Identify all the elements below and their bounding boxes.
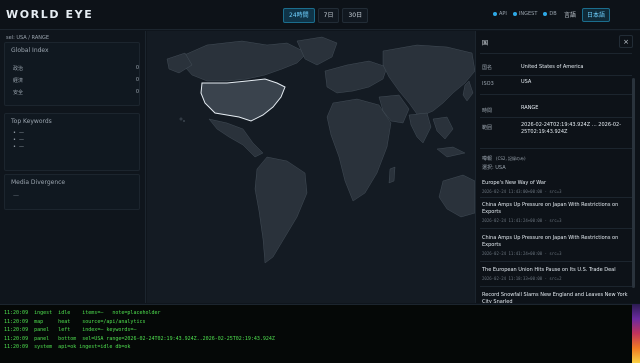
news-note: (CS2, 記録のみ) (496, 156, 526, 161)
country-detail-panel: 国 × 国名 United States of America ISO3 USA… (475, 31, 640, 303)
map-region-japan (462, 80, 474, 102)
map-region-australia (438, 174, 475, 218)
log-line: 11:20:09 ingest idle items=— note=placeh… (4, 310, 161, 316)
status-dot-icon (493, 12, 497, 16)
global-index-title: Global Index (11, 47, 49, 54)
news-selection: 選択: USA (482, 165, 506, 171)
event-log: 11:20:09 ingest idle items=— note=placeh… (0, 304, 632, 363)
status-indicators: API INGEST DB (493, 11, 557, 17)
app-title: WORLD EYE (6, 8, 94, 21)
top-bar: WORLD EYE 24時間 7日 30日 API INGEST DB 言語 日… (0, 0, 640, 30)
field-value-country-name: United States of America (521, 64, 584, 70)
news-item[interactable]: Record Snowfall Slams New England and Le… (482, 292, 630, 303)
global-index-card: Global Index 政治 0 経済 0 安全 0 (4, 42, 140, 106)
top-keywords-title: Top Keywords (11, 118, 52, 125)
news-item[interactable]: The European Union Hits Pause on Its U.S… (482, 267, 630, 281)
log-line: 11:20:09 panel left index=— keywords=— (4, 327, 137, 333)
divider (480, 197, 632, 198)
map-region-greenland (296, 36, 338, 66)
field-value-iso3: USA (521, 79, 532, 85)
tab-7d[interactable]: 7日 (317, 8, 340, 23)
tab-24h[interactable]: 24時間 (283, 8, 315, 23)
keyword-item: — (13, 137, 24, 143)
log-line: 11:20:09 map heat source=/api/analytics (4, 318, 146, 325)
lang-label: 言語 (564, 12, 577, 19)
divider (480, 228, 632, 229)
media-divergence-title: Media Divergence (11, 179, 66, 186)
top-keywords-card: Top Keywords — — — (4, 113, 140, 171)
news-heading: 噂報 (CS2, 記録のみ) (482, 156, 526, 162)
field-value-time: RANGE (521, 105, 539, 111)
media-divergence-value: — (13, 192, 19, 199)
news-meta: 2026-02-24 11:18:33+00:00 · src=2 (482, 276, 562, 281)
divider (480, 117, 632, 118)
map-region-mexico (208, 118, 264, 158)
news-title[interactable]: China Amps Up Pressure on Japan With Res… (482, 202, 630, 216)
keyword-item: — (13, 130, 24, 136)
news-meta: 2026-02-24 11:41:24+00:00 · src=3 (482, 218, 562, 223)
news-title[interactable]: Europe's New Way of War (482, 180, 630, 187)
news-title[interactable]: The European Union Hits Pause on Its U.S… (482, 267, 630, 274)
news-item[interactable]: China Amps Up Pressure on Japan With Res… (482, 235, 630, 256)
status-ingest: INGEST (512, 11, 537, 17)
news-meta: 2026-02-24 11:43:00+00:00 · src=3 (482, 189, 562, 194)
breadcrumb: sel: USA / RANGE (6, 35, 50, 41)
map-region-europe (324, 60, 388, 94)
world-map[interactable] (147, 31, 475, 303)
status-api: API (493, 11, 507, 17)
heat-legend-bar (632, 304, 640, 363)
range-tabs: 24時間 7日 30日 (283, 8, 369, 23)
log-line: 11:20:09 system api=ok ingest=idle db=ok (4, 344, 131, 350)
news-item[interactable]: China Amps Up Pressure on Japan With Res… (482, 202, 630, 223)
map-region-africa (326, 98, 392, 202)
map-region-madagascar (388, 166, 396, 184)
panel-scrollbar[interactable] (632, 78, 635, 288)
index-row-politics: 政治 0 (13, 65, 139, 72)
panel-title: 国 (482, 40, 489, 47)
divider (480, 94, 632, 95)
news-title[interactable]: Record Snowfall Slams New England and Le… (482, 292, 630, 303)
map-region-usa-selected (200, 78, 286, 122)
status-db: DB (543, 11, 557, 17)
map-region-southeast-asia (432, 116, 454, 140)
news-title[interactable]: China Amps Up Pressure on Japan With Res… (482, 235, 630, 249)
index-row-economy: 経済 0 (13, 77, 139, 84)
field-key-time: 時間 (482, 108, 493, 114)
close-icon[interactable]: × (619, 35, 633, 48)
news-item[interactable]: Europe's New Way of War 2026-02-24 11:43… (482, 180, 630, 194)
divider (480, 261, 632, 262)
divider (480, 148, 632, 149)
news-meta: 2026-02-24 11:41:24+00:00 · src=3 (482, 251, 562, 256)
field-key-range: 範囲 (482, 125, 493, 131)
map-region-south-america (254, 156, 308, 264)
divider (480, 286, 632, 287)
field-key-country-name: 国名 (482, 65, 493, 71)
left-panel: sel: USA / RANGE Global Index 政治 0 経済 0 安全… (0, 31, 146, 303)
status-dot-icon (512, 12, 517, 16)
field-value-range: 2026-02-24T02:19:43.924Z … 2026-02-25T02… (521, 122, 621, 135)
map-region-india (408, 112, 432, 144)
media-divergence-card: Media Divergence — (4, 174, 140, 210)
keyword-item: — (13, 144, 24, 150)
divider (480, 75, 632, 76)
tab-30d[interactable]: 30日 (342, 8, 369, 23)
status-dot-icon (543, 12, 548, 16)
index-row-security: 安全 0 (13, 89, 139, 96)
lang-jp-button[interactable]: 日本語 (582, 8, 611, 22)
divider (480, 53, 632, 54)
field-key-iso3: ISO3 (482, 81, 494, 87)
map-region-canada (181, 40, 308, 82)
world-map-canvas[interactable] (147, 31, 475, 303)
map-region-indonesia (436, 146, 466, 158)
map-region-hawaii (179, 117, 183, 121)
log-line: 11:20:09 panel bottom sel=USA range=2026… (4, 335, 275, 342)
